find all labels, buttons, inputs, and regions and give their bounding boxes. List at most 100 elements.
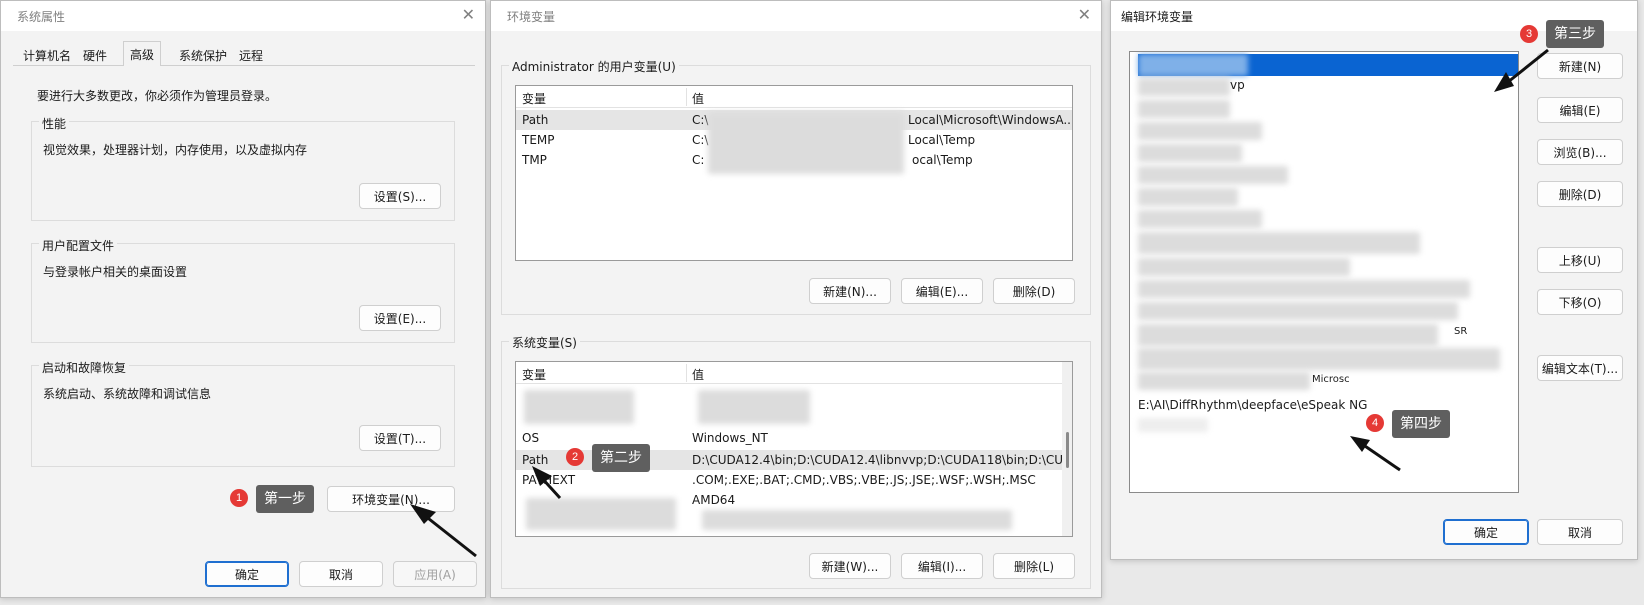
redacted-region bbox=[1138, 302, 1458, 320]
step2-tooltip: 第二步 bbox=[592, 444, 650, 472]
performance-label: 性能 bbox=[39, 115, 70, 132]
tab-computer-name[interactable]: 计算机名 bbox=[17, 43, 77, 65]
ok-button[interactable]: 确定 bbox=[205, 561, 289, 587]
var-value-prefix: C:\ bbox=[692, 133, 709, 147]
redacted-region bbox=[1138, 418, 1208, 432]
var-name: OS bbox=[522, 431, 540, 445]
var-value-suffix: ocal\Temp bbox=[912, 153, 973, 167]
redacted-region bbox=[1138, 122, 1262, 140]
redacted-region bbox=[1138, 100, 1230, 118]
tab-system-protection[interactable]: 系统保护 bbox=[173, 43, 233, 65]
system-delete-button[interactable]: 删除(L) bbox=[993, 553, 1075, 579]
title-bar: 环境变量 ✕ bbox=[491, 1, 1101, 31]
redacted-region bbox=[1138, 166, 1288, 184]
path-entry-espeak[interactable]: E:\AI\DiffRhythm\deepface\eSpeak NG bbox=[1138, 398, 1367, 412]
user-edit-button[interactable]: 编辑(E)... bbox=[901, 278, 983, 304]
table-row[interactable]: PATHEXT .COM;.EXE;.BAT;.CMD;.VBS;.VBE;.J… bbox=[516, 470, 1072, 490]
redacted-region bbox=[698, 390, 810, 424]
tab-strip-line bbox=[13, 65, 475, 66]
step2-badge: 2 bbox=[566, 448, 584, 466]
performance-desc: 视觉效果，处理器计划，内存使用，以及虚拟内存 bbox=[43, 143, 308, 157]
path-entry-fragment: vp bbox=[1230, 78, 1245, 92]
title-bar: 系统属性 ✕ bbox=[1, 1, 485, 31]
system-edit-button[interactable]: 编辑(I)... bbox=[901, 553, 983, 579]
redacted-region bbox=[1138, 348, 1500, 370]
redacted-region bbox=[1138, 54, 1248, 76]
redacted-region bbox=[1138, 144, 1242, 162]
startup-recovery-label: 启动和故障恢复 bbox=[39, 359, 130, 376]
column-separator bbox=[686, 364, 687, 382]
redacted-region bbox=[1138, 210, 1262, 228]
move-down-button[interactable]: 下移(O) bbox=[1537, 289, 1623, 315]
window-title: 环境变量 bbox=[507, 10, 556, 24]
redacted-region bbox=[1138, 280, 1470, 298]
user-delete-button[interactable]: 删除(D) bbox=[993, 278, 1075, 304]
redacted-region bbox=[1138, 78, 1230, 96]
var-value-prefix: C:\ bbox=[692, 113, 709, 127]
redacted-region bbox=[702, 510, 1012, 530]
edit-text-button[interactable]: 编辑文本(T)... bbox=[1537, 355, 1623, 381]
path-entries-list[interactable]: vp SR Microsc E:\AI\DiffRhythm\deepface\… bbox=[1129, 51, 1519, 493]
step4-tooltip: 第四步 bbox=[1392, 410, 1450, 438]
step1-badge: 1 bbox=[230, 489, 248, 507]
user-profile-label: 用户配置文件 bbox=[39, 237, 118, 254]
path-entry-fragment: SR bbox=[1454, 326, 1468, 337]
var-name: PATHEXT bbox=[522, 473, 576, 487]
window-title: 编辑环境变量 bbox=[1121, 10, 1194, 24]
delete-button[interactable]: 删除(D) bbox=[1537, 181, 1623, 207]
var-value-suffix: Local\Temp bbox=[908, 133, 976, 147]
move-up-button[interactable]: 上移(U) bbox=[1537, 247, 1623, 273]
ok-button[interactable]: 确定 bbox=[1443, 519, 1529, 545]
step1-tooltip: 第一步 bbox=[256, 485, 314, 513]
user-new-button[interactable]: 新建(N)... bbox=[809, 278, 891, 304]
vertical-scrollbar[interactable] bbox=[1062, 362, 1072, 536]
var-value-prefix: C: bbox=[692, 153, 705, 167]
system-variables-label: 系统变量(S) bbox=[509, 334, 580, 351]
step3-tooltip: 第三步 bbox=[1546, 20, 1604, 48]
close-icon[interactable]: ✕ bbox=[1078, 5, 1091, 24]
list-header: 变量 值 bbox=[516, 362, 1072, 384]
redacted-region bbox=[1138, 232, 1420, 254]
scrollbar-thumb[interactable] bbox=[1066, 432, 1069, 468]
var-value: D:\CUDA12.4\bin;D:\CUDA12.4\libnvvp;D:\C… bbox=[692, 453, 1073, 467]
system-new-button[interactable]: 新建(W)... bbox=[809, 553, 891, 579]
column-value[interactable]: 值 bbox=[692, 90, 704, 107]
startup-settings-button[interactable]: 设置(T)... bbox=[359, 425, 441, 451]
redacted-region bbox=[1138, 324, 1438, 346]
var-value: Windows_NT bbox=[692, 431, 768, 445]
environment-variables-window: 环境变量 ✕ Administrator 的用户变量(U) 变量 值 Path … bbox=[490, 0, 1102, 598]
var-name: TMP bbox=[522, 153, 547, 167]
close-icon[interactable]: ✕ bbox=[462, 5, 475, 24]
user-profile-desc: 与登录帐户相关的桌面设置 bbox=[43, 265, 188, 279]
column-variable[interactable]: 变量 bbox=[522, 366, 546, 383]
column-value[interactable]: 值 bbox=[692, 366, 704, 383]
tab-hardware[interactable]: 硬件 bbox=[77, 43, 113, 65]
redacted-region bbox=[1138, 188, 1238, 206]
user-variables-label: Administrator 的用户变量(U) bbox=[509, 58, 679, 75]
var-name: Path bbox=[522, 113, 549, 127]
tab-remote[interactable]: 远程 bbox=[233, 43, 269, 65]
step4-badge: 4 bbox=[1366, 414, 1384, 432]
cancel-button[interactable]: 取消 bbox=[299, 561, 383, 587]
user-variables-list[interactable]: 变量 值 Path C:\ Local\Microsoft\WindowsA..… bbox=[515, 85, 1073, 261]
column-variable[interactable]: 变量 bbox=[522, 90, 546, 107]
var-name: TEMP bbox=[522, 133, 555, 147]
system-properties-window: 系统属性 ✕ 计算机名 硬件 高级 系统保护 远程 要进行大多数更改，你必须作为… bbox=[0, 0, 486, 598]
user-profile-settings-button[interactable]: 设置(E)... bbox=[359, 305, 441, 331]
environment-variables-button[interactable]: 环境变量(N)... bbox=[327, 486, 455, 512]
list-header: 变量 值 bbox=[516, 86, 1072, 108]
tab-advanced[interactable]: 高级 bbox=[123, 41, 162, 66]
redacted-region bbox=[526, 498, 676, 530]
path-entry-fragment: Microsc bbox=[1312, 374, 1350, 385]
var-value: AMD64 bbox=[692, 493, 736, 507]
startup-recovery-desc: 系统启动、系统故障和调试信息 bbox=[43, 387, 212, 401]
window-title: 系统属性 bbox=[17, 10, 66, 24]
column-separator bbox=[686, 88, 687, 106]
new-button[interactable]: 新建(N) bbox=[1537, 53, 1623, 79]
cancel-button[interactable]: 取消 bbox=[1537, 519, 1623, 545]
performance-settings-button[interactable]: 设置(S)... bbox=[359, 183, 441, 209]
browse-button[interactable]: 浏览(B)... bbox=[1537, 139, 1623, 165]
apply-button[interactable]: 应用(A) bbox=[393, 561, 477, 587]
edit-environment-variable-window: 编辑环境变量 vp SR Microsc E:\AI\DiffRhythm\de… bbox=[1110, 0, 1638, 560]
edit-button[interactable]: 编辑(E) bbox=[1537, 97, 1623, 123]
